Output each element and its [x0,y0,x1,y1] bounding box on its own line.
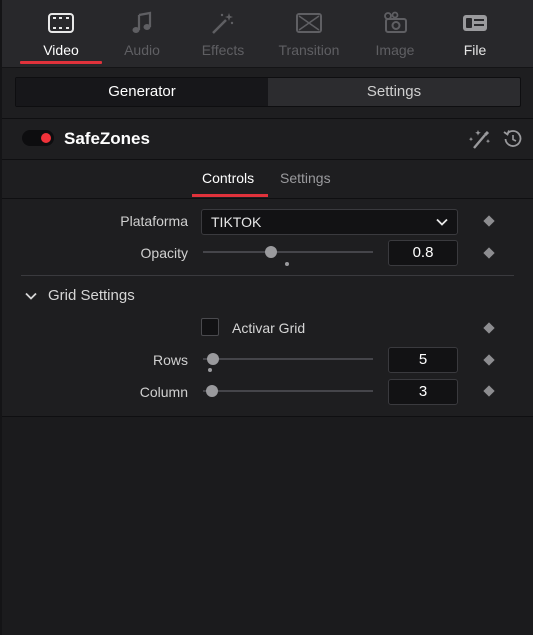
tab-video-label: Video [43,42,79,58]
active-subtab-indicator [192,194,268,197]
segment-generator[interactable]: Generator [16,78,268,106]
rows-slider-handle[interactable] [207,353,220,365]
column-slider-handle[interactable] [205,385,218,397]
rows-default-marker [208,368,212,372]
plataforma-label: Plataforma [120,213,188,229]
empty-inspector-area [2,417,533,635]
rows-label: Rows [152,352,188,368]
column-keyframe-button[interactable] [483,385,495,397]
audio-icon [99,10,185,36]
grid-settings-group-header[interactable]: Grid Settings [48,287,135,304]
opacity-keyframe-button[interactable] [483,247,495,259]
tab-effects-label: Effects [201,42,245,58]
activar-grid-label: Activar Grid [232,320,306,336]
rows-keyframe-button[interactable] [483,354,495,366]
plataforma-value: TIKTOK [211,214,262,230]
tab-file-label: File [463,42,487,58]
opacity-slider-handle[interactable] [265,246,277,258]
group-divider [21,275,514,276]
chevron-down-icon [436,218,448,226]
plataforma-dropdown[interactable]: TIKTOK [201,209,458,235]
tab-image-label: Image [375,42,415,58]
inspector-tabbar: Video Audio Effects Transition Image Fil… [2,0,533,68]
effect-enable-toggle[interactable] [22,130,54,146]
activar-grid-keyframe-button[interactable] [483,322,495,334]
tab-transition-label: Transition [278,42,340,58]
rows-value-field[interactable]: 5 [388,347,458,373]
image-icon [352,10,438,36]
tab-transition[interactable]: Transition [266,0,352,66]
opacity-label: Opacity [140,245,188,261]
plataforma-keyframe-button[interactable] [483,215,495,227]
inspector-panel: Video Audio Effects Transition Image Fil… [0,0,533,635]
magic-wand-icon[interactable] [467,126,493,152]
column-label: Column [139,384,188,400]
subtab-settings[interactable]: Settings [280,170,331,186]
column-slider[interactable] [203,390,373,392]
effects-icon [180,10,266,36]
opacity-default-marker [285,262,289,266]
subtab-controls[interactable]: Controls [202,170,254,186]
effect-title: SafeZones [64,129,150,148]
tab-video[interactable]: Video [18,0,104,66]
tab-audio[interactable]: Audio [99,0,185,66]
transition-icon [266,10,352,36]
section-divider [2,159,533,160]
section-divider [2,198,533,199]
activar-grid-checkbox[interactable] [201,318,219,336]
opacity-value-field[interactable]: 0.8 [388,240,458,266]
tab-image[interactable]: Image [352,0,438,66]
generator-settings-toggle: Generator Settings [15,77,521,107]
active-tab-indicator [20,61,102,64]
chevron-down-icon[interactable] [24,289,38,303]
video-icon [18,10,104,36]
tab-file[interactable]: File [432,0,518,66]
segment-settings[interactable]: Settings [268,78,520,106]
section-divider [2,118,533,119]
opacity-slider[interactable] [203,251,373,253]
tab-effects[interactable]: Effects [180,0,266,66]
tab-audio-label: Audio [124,42,160,58]
reset-icon[interactable] [500,126,526,152]
rows-slider[interactable] [203,358,373,360]
toggle-knob [41,133,51,143]
column-value-field[interactable]: 3 [388,379,458,405]
file-icon [432,10,518,36]
